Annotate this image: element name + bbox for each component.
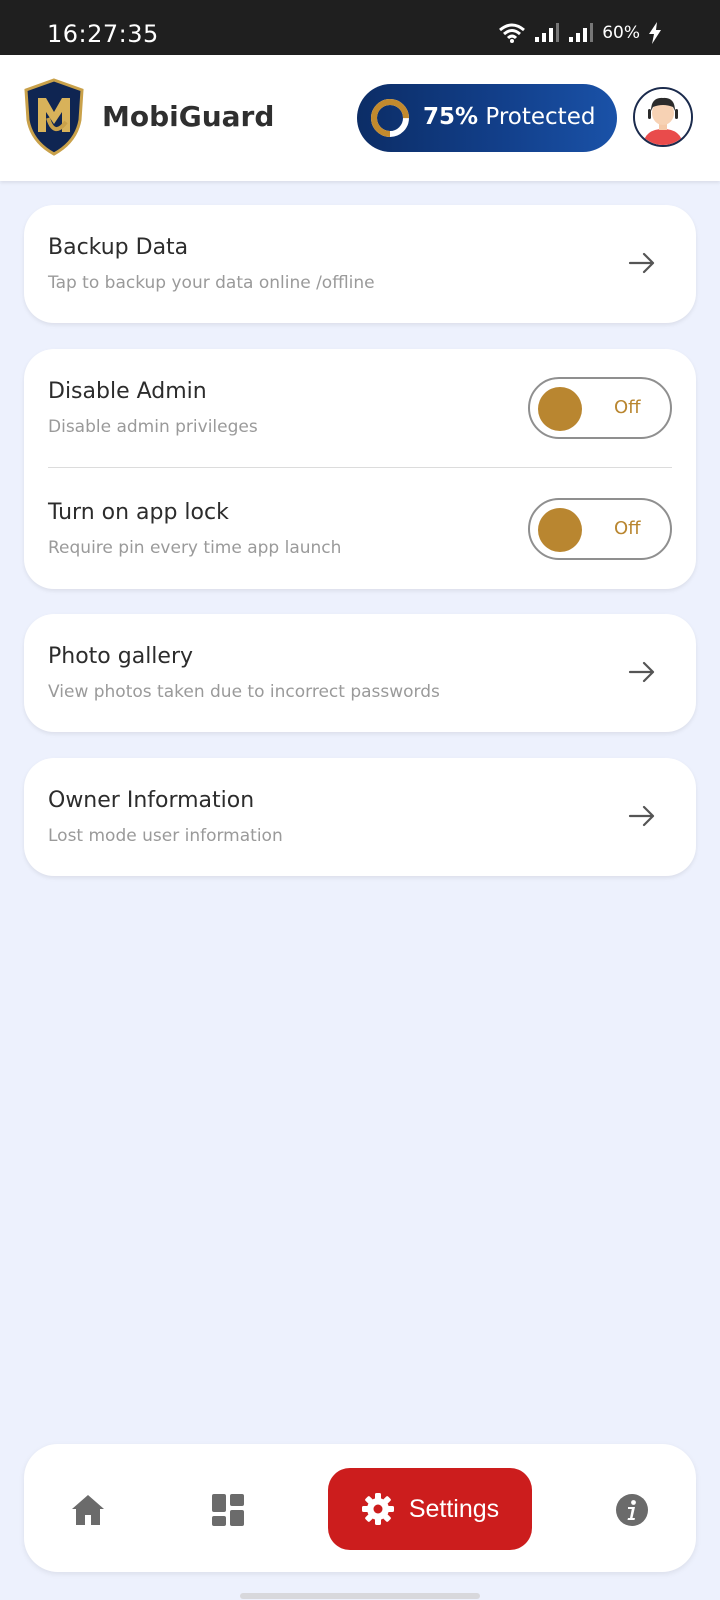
disable-admin-title: Disable Admin bbox=[48, 379, 207, 404]
photo-gallery-title: Photo gallery bbox=[48, 644, 194, 669]
toggle-state-label: Off bbox=[614, 397, 641, 418]
battery-level: 60% bbox=[602, 23, 640, 43]
arrow-right-icon bbox=[628, 661, 655, 683]
signal-icon bbox=[535, 23, 560, 42]
info-icon[interactable] bbox=[614, 1492, 650, 1528]
protection-ring-icon bbox=[371, 99, 409, 137]
security-toggles-card: Disable Admin Disable admin privileges O… bbox=[24, 349, 696, 589]
nav-settings-button[interactable]: Settings bbox=[328, 1468, 532, 1550]
status-icons: 60% bbox=[498, 22, 662, 44]
owner-information-row[interactable]: Owner Information Lost mode user informa… bbox=[24, 758, 696, 876]
arrow-right-icon bbox=[628, 252, 655, 274]
toggle-state-label: Off bbox=[614, 518, 641, 539]
backup-data-card[interactable]: Backup Data Tap to backup your data onli… bbox=[24, 205, 696, 323]
disable-admin-toggle[interactable]: Off bbox=[528, 377, 672, 439]
disable-admin-row: Disable Admin Disable admin privileges O… bbox=[24, 349, 696, 467]
app-name: MobiGuard bbox=[102, 100, 275, 133]
charging-icon bbox=[649, 22, 661, 44]
app-header: MobiGuard 75% Protected bbox=[0, 55, 720, 181]
backup-data-subtitle: Tap to backup your data online /offline bbox=[48, 273, 375, 293]
app-lock-toggle[interactable]: Off bbox=[528, 498, 672, 560]
backup-data-title: Backup Data bbox=[48, 235, 189, 260]
photo-gallery-row[interactable]: Photo gallery View photos taken due to i… bbox=[24, 614, 696, 732]
protection-text: 75% Protected bbox=[423, 104, 595, 130]
disable-admin-subtitle: Disable admin privileges bbox=[48, 417, 258, 437]
wifi-icon bbox=[499, 23, 526, 43]
home-indicator bbox=[240, 1593, 480, 1599]
bottom-navigation: Settings bbox=[24, 1444, 696, 1572]
divider bbox=[48, 467, 672, 468]
home-icon[interactable] bbox=[70, 1492, 106, 1528]
app-lock-title: Turn on app lock bbox=[48, 500, 229, 525]
protection-status-button[interactable]: 75% Protected bbox=[357, 84, 617, 152]
photo-gallery-card[interactable]: Photo gallery View photos taken due to i… bbox=[24, 614, 696, 732]
owner-information-card[interactable]: Owner Information Lost mode user informa… bbox=[24, 758, 696, 876]
toggle-knob bbox=[538, 508, 582, 552]
owner-information-title: Owner Information bbox=[48, 788, 255, 813]
app-lock-row: Turn on app lock Require pin every time … bbox=[24, 470, 696, 588]
owner-information-subtitle: Lost mode user information bbox=[48, 826, 283, 846]
status-bar: 16:27:35 60% bbox=[0, 0, 720, 55]
signal-icon-2 bbox=[569, 23, 594, 42]
user-avatar-icon bbox=[635, 89, 691, 145]
backup-data-row[interactable]: Backup Data Tap to backup your data onli… bbox=[24, 205, 696, 323]
protection-percent: 75% bbox=[423, 104, 479, 130]
toggle-knob bbox=[538, 387, 582, 431]
settings-icon bbox=[361, 1493, 394, 1525]
app-lock-subtitle: Require pin every time app launch bbox=[48, 538, 342, 558]
arrow-right-icon bbox=[628, 805, 655, 827]
nav-settings-label: Settings bbox=[408, 1494, 500, 1523]
avatar[interactable] bbox=[633, 87, 693, 147]
mobiguard-logo-icon bbox=[24, 78, 84, 156]
photo-gallery-subtitle: View photos taken due to incorrect passw… bbox=[48, 682, 440, 702]
dashboard-icon[interactable] bbox=[210, 1492, 246, 1528]
status-time: 16:27:35 bbox=[47, 20, 159, 48]
protection-label: Protected bbox=[485, 104, 596, 130]
